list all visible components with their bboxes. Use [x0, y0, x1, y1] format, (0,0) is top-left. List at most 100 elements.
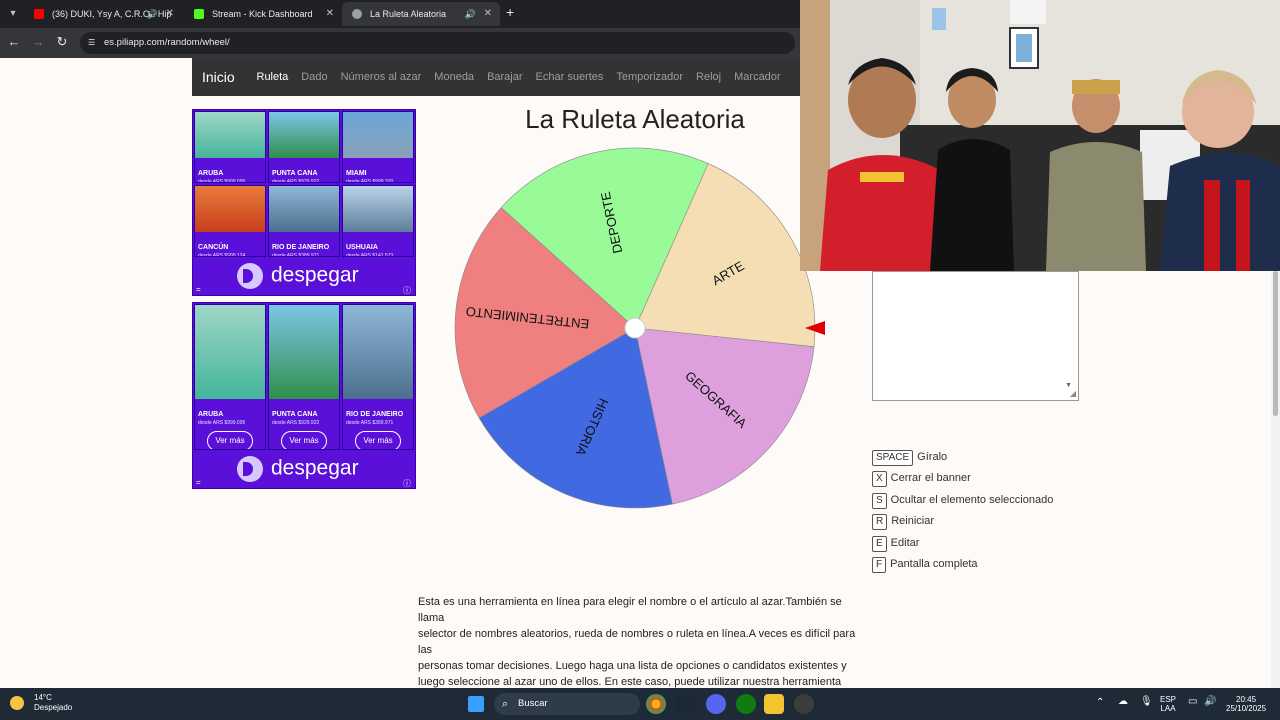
nav-item-0[interactable]: Ruleta: [250, 58, 295, 96]
ad-menu-icon[interactable]: =: [196, 478, 201, 487]
windows-taskbar: 14°C Despejado ⌕ Buscar ⌃ ☁ 🎙 ESP LAA ▭ …: [0, 688, 1280, 720]
ad-destination-card[interactable]: PUNTA CANA desde ARS $929.922 Ver más: [268, 304, 340, 450]
discord-icon[interactable]: [706, 694, 726, 714]
nav-item-1[interactable]: Dado: [295, 58, 334, 96]
ad-destination-card[interactable]: MIAMI desde ARS $999.320: [342, 111, 414, 183]
destination-price: desde ARS $141.573: [346, 253, 394, 257]
nav-item-4[interactable]: Barajar: [481, 58, 529, 96]
despegar-logo[interactable]: despegar: [237, 456, 359, 482]
destination-photo: [269, 186, 339, 232]
despegar-mark-icon: [237, 263, 263, 289]
address-input[interactable]: ☰ es.piliapp.com/random/wheel/: [80, 32, 795, 54]
ad-destination-card[interactable]: USHUAIA desde ARS $141.573: [342, 185, 414, 257]
file-explorer-icon[interactable]: [764, 694, 784, 714]
shortcut-key: S: [872, 492, 887, 509]
despegar-mark-icon: [237, 456, 263, 482]
network-icon[interactable]: ▭: [1188, 697, 1197, 707]
despegar-wordmark: despegar: [271, 263, 359, 287]
destination-photo: [195, 186, 265, 232]
site-nav-items: Ruleta Dado Números al azar Moneda Barajar Ec…: [250, 58, 787, 96]
nav-item-6[interactable]: Temporizador: [610, 58, 690, 96]
shortcut-label: Ocultar el elemento seleccionado: [890, 493, 1054, 506]
destination-price: desde ARS $929.922: [272, 179, 320, 183]
destination-city: MIAMI: [346, 170, 367, 177]
shortcut-label: Reiniciar: [891, 515, 935, 528]
tab-youtube[interactable]: (36) DUKI, Ysy A, C.R.O - Hip 🔊 ✕: [24, 2, 182, 26]
destination-photo: [343, 112, 413, 158]
destination-city: PUNTA CANA: [272, 411, 318, 418]
page-scrollbar[interactable]: [1271, 271, 1280, 688]
ad-destination-card[interactable]: ARUBA desde ARS $999.095 Ver más: [194, 304, 266, 450]
ad-destination-card[interactable]: ARUBA desde ARS $999.095: [194, 111, 266, 183]
destination-photo: [195, 112, 265, 158]
destination-photo: [269, 305, 339, 399]
cloud-icon[interactable]: ☁: [1118, 697, 1128, 707]
ver-mas-button[interactable]: Ver más: [207, 431, 253, 449]
ad-banner-2[interactable]: ARUBA desde ARS $999.095 Ver más PUNTA CANA…: [192, 302, 416, 489]
shortcut-row: X Cerrar el banner: [872, 470, 971, 488]
piliapp-icon: [352, 9, 362, 19]
shortcut-row: S Ocultar el elemento seleccionado: [872, 492, 1054, 509]
ver-mas-button[interactable]: Ver más: [281, 431, 327, 449]
obs-icon[interactable]: [794, 694, 814, 714]
site-home-link[interactable]: Inicio: [202, 58, 235, 96]
new-tab-icon[interactable]: +: [506, 4, 514, 20]
tab-kick[interactable]: Stream - Kick Dashboard ✕: [184, 2, 342, 26]
xbox-icon[interactable]: [736, 694, 756, 714]
destination-city: CANCÚN: [198, 244, 229, 251]
ad-info-icon[interactable]: ⓘ: [403, 478, 411, 489]
tab-ruleta[interactable]: La Ruleta Aleatoria 🔊 ✕: [342, 2, 500, 26]
shortcut-key: F: [872, 557, 887, 573]
ad-destination-card[interactable]: RIO DE JANEIRO desde ARS $389.971 Ver más: [342, 304, 414, 450]
close-tab-icon[interactable]: ✕: [484, 2, 492, 26]
scrollbar-thumb[interactable]: [1273, 271, 1278, 416]
site-navbar: Inicio Ruleta Dado Números al azar Moneda Ba…: [192, 58, 800, 96]
ad-menu-icon[interactable]: =: [196, 285, 201, 294]
volume-icon[interactable]: 🔊: [1204, 697, 1216, 707]
chrome-icon[interactable]: [646, 694, 666, 714]
article-line: Esta es una herramienta en línea para el…: [418, 596, 842, 624]
close-tab-icon[interactable]: ✕: [166, 2, 174, 26]
audio-icon[interactable]: 🔊: [147, 2, 158, 26]
nav-item-3[interactable]: Moneda: [428, 58, 481, 96]
site-info-icon[interactable]: ☰: [88, 38, 98, 48]
start-icon[interactable]: [468, 696, 484, 712]
scroll-down-icon[interactable]: ▼: [1065, 382, 1072, 389]
nav-item-5[interactable]: Echar suertes: [529, 58, 610, 96]
destination-city: PUNTA CANA: [272, 170, 318, 177]
destination-price: desde ARS $999.320: [346, 179, 394, 183]
article-line: selector de nombres aleatorios, rueda de…: [418, 628, 856, 656]
microphone-icon[interactable]: 🎙: [1140, 697, 1153, 707]
reload-icon[interactable]: ↻: [54, 34, 70, 50]
ad-banner-1[interactable]: ARUBA desde ARS $999.095 PUNTA CANA desde A…: [192, 109, 416, 296]
forward-icon[interactable]: →: [30, 34, 46, 50]
language-indicator[interactable]: ESP LAA: [1160, 695, 1176, 713]
back-icon[interactable]: ←: [6, 34, 22, 50]
tab-title: Stream - Kick Dashboard: [212, 9, 313, 19]
names-textarea[interactable]: ▼ ◢: [872, 271, 1079, 401]
chevron-up-icon[interactable]: ⌃: [1096, 698, 1104, 708]
taskbar-search[interactable]: ⌕ Buscar: [494, 693, 640, 715]
close-tab-icon[interactable]: ✕: [326, 2, 334, 26]
ad-destination-card[interactable]: CANCÚN desde ARS $999.124: [194, 185, 266, 257]
ad-destination-card[interactable]: PUNTA CANA desde ARS $929.922: [268, 111, 340, 183]
steam-icon[interactable]: [676, 694, 696, 714]
resize-grip-icon[interactable]: ◢: [1070, 389, 1076, 398]
destination-city: USHUAIA: [346, 244, 378, 251]
spin-wheel[interactable]: ARTEGEOGRAFIAHISTORIAENTRETENIMIENTODEPO…: [450, 143, 825, 515]
despegar-logo[interactable]: despegar: [237, 263, 359, 289]
nav-item-7[interactable]: Reloj: [690, 58, 728, 96]
destination-price: desde ARS $389.971: [346, 420, 394, 426]
tab-search-icon[interactable]: ▾: [4, 5, 22, 23]
moon-icon: [10, 696, 24, 710]
ver-mas-button[interactable]: Ver más: [355, 431, 401, 449]
audio-icon[interactable]: 🔊: [465, 2, 476, 26]
nav-item-2[interactable]: Números al azar: [334, 58, 428, 96]
ad-info-icon[interactable]: ⓘ: [403, 285, 411, 296]
browser-toolbar: ← → ↻ ☰ es.piliapp.com/random/wheel/: [0, 28, 800, 58]
clock[interactable]: 20:45 25/10/2025: [1226, 695, 1266, 713]
destination-photo: [195, 305, 265, 399]
ad-destination-card[interactable]: RIO DE JANEIRO desde ARS $389.971: [268, 185, 340, 257]
nav-item-8[interactable]: Marcador: [728, 58, 787, 96]
search-icon: ⌕: [502, 698, 509, 710]
